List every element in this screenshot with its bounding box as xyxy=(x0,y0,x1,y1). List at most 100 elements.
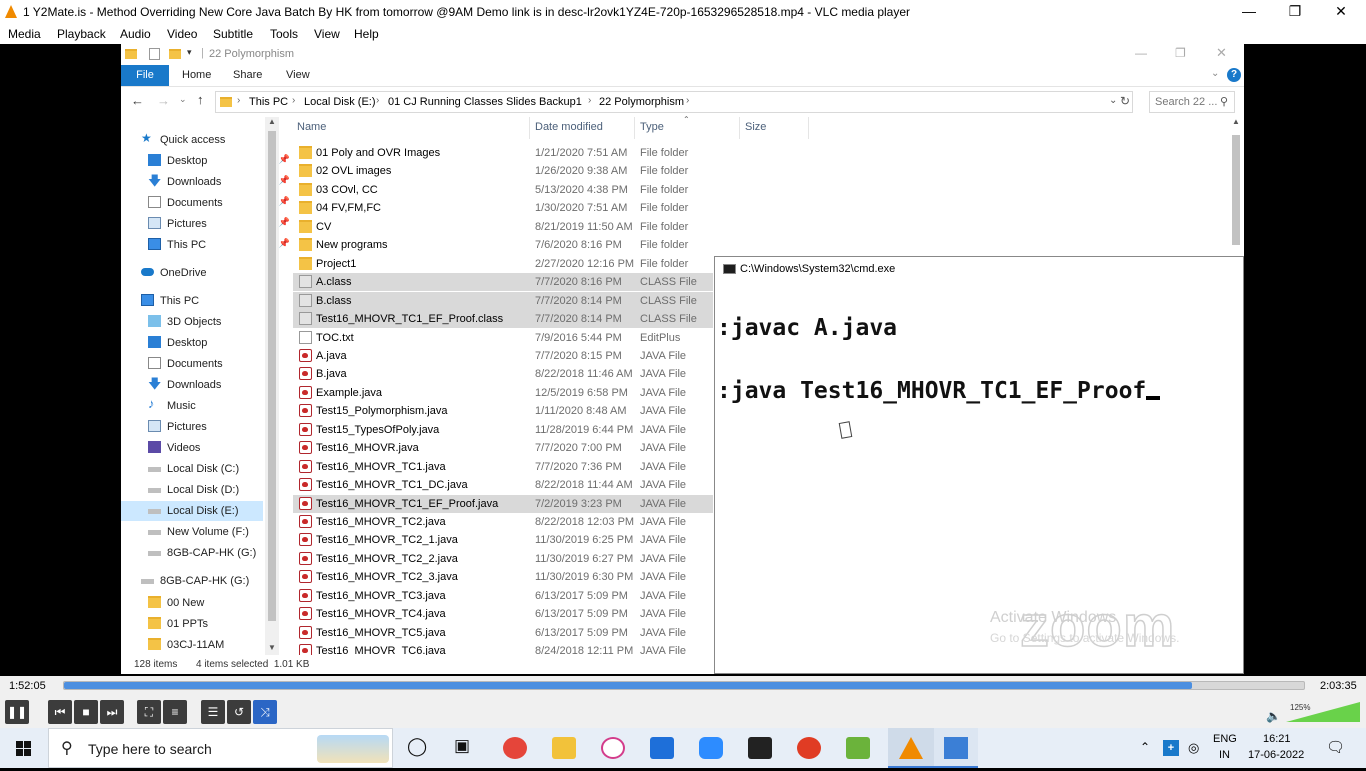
network-icon[interactable]: ◎ xyxy=(1188,740,1199,756)
help-icon[interactable]: ? xyxy=(1227,68,1241,82)
menu-view[interactable]: View xyxy=(314,27,340,41)
file-row[interactable]: Test16_MHOVR_TC1_EF_Proof.class 7/7/2020 … xyxy=(293,310,713,329)
recent-locations-icon[interactable]: ⌄ xyxy=(179,94,187,105)
breadcrumb-this-pc[interactable]: This PC xyxy=(249,96,288,108)
file-row[interactable]: Test16_MHOVR_TC2_3.java 11/30/2019 6:30 P… xyxy=(293,568,713,586)
column-name[interactable]: Name xyxy=(297,121,326,133)
nav-this-pc[interactable]: This PC xyxy=(141,291,283,311)
menu-subtitle[interactable]: Subtitle xyxy=(213,27,253,41)
explorer-minimize-button[interactable]: — xyxy=(1135,46,1147,60)
scroll-up-icon[interactable]: ▲ xyxy=(268,117,276,126)
file-row[interactable]: Test16_MHOVR.java 7/7/2020 7:00 PM JAVA Fi… xyxy=(293,439,713,457)
clock-time[interactable]: 16:21 xyxy=(1263,733,1291,745)
file-row[interactable]: Test16_MHOVR_TC2_2.java 11/30/2019 6:27 P… xyxy=(293,550,713,568)
nav-onedrive[interactable]: OneDrive xyxy=(141,263,283,283)
close-button[interactable]: ✕ xyxy=(1318,0,1364,24)
scroll-up-icon[interactable]: ▲ xyxy=(1232,117,1240,126)
ribbon-home-tab[interactable]: Home xyxy=(182,69,211,81)
file-row[interactable]: A.class 7/7/2020 8:16 PM CLASS File xyxy=(293,273,713,292)
column-size[interactable]: Size xyxy=(745,121,766,133)
file-row[interactable]: Test16_MHOVR_TC3.java 6/13/2017 5:09 PM JA… xyxy=(293,587,713,605)
restore-button[interactable]: ❐ xyxy=(1272,0,1318,24)
file-row[interactable]: A.java 7/7/2020 8:15 PM JAVA File xyxy=(293,347,713,365)
recorder-icon[interactable] xyxy=(797,737,821,759)
minimize-button[interactable]: — xyxy=(1226,0,1272,24)
menu-tools[interactable]: Tools xyxy=(270,27,298,41)
file-row[interactable]: Test16_MHOVR_TC2_1.java 11/30/2019 6:25 P… xyxy=(293,531,713,549)
menu-audio[interactable]: Audio xyxy=(120,27,151,41)
explorer-restore-button[interactable]: ❐ xyxy=(1175,46,1186,60)
menu-media[interactable]: Media xyxy=(8,27,41,41)
file-row[interactable]: Test16_MHOVR_TC1_DC.java 8/22/2018 11:44 … xyxy=(293,476,713,494)
nav-quick-access[interactable]: ★ Quick access xyxy=(141,130,283,150)
next-button[interactable]: ⏭ xyxy=(100,700,124,724)
file-row[interactable]: Test16_MHOVR_TC5.java 6/13/2017 5:09 PM JA… xyxy=(293,624,713,642)
breadcrumb-local-disk-e[interactable]: Local Disk (E:) xyxy=(304,96,376,108)
pause-button[interactable]: ❚❚ xyxy=(5,700,29,724)
language-code[interactable]: ENG xyxy=(1213,733,1237,745)
notifications-icon[interactable]: 🗨 xyxy=(1326,738,1345,756)
playlist-button[interactable]: ☰ xyxy=(201,700,225,724)
vlc-taskbar-active[interactable] xyxy=(888,728,934,768)
refresh-icon[interactable]: ↻ xyxy=(1120,94,1130,108)
clock-date[interactable]: 17-06-2022 xyxy=(1248,749,1304,761)
file-row[interactable]: Test16_MHOVR_TC1_EF_Proof.java 7/2/2019 3… xyxy=(293,494,713,513)
chrome-icon[interactable] xyxy=(503,737,527,759)
file-row[interactable]: 04 FV,FM,FC 1/30/2020 7:51 AM File folder xyxy=(293,199,713,217)
cortana-icon[interactable]: ◯ xyxy=(407,736,427,757)
file-row[interactable]: TOC.txt 7/9/2016 5:44 PM EditPlus xyxy=(293,329,713,347)
stop-button[interactable]: ■ xyxy=(74,700,98,724)
tray-overflow-icon[interactable]: ⌃ xyxy=(1140,740,1150,754)
breadcrumb-running-classes[interactable]: 01 CJ Running Classes Slides xyxy=(388,96,536,108)
tray-plus-icon[interactable]: + xyxy=(1163,740,1179,756)
ribbon-file-tab[interactable]: File xyxy=(121,65,169,86)
breadcrumb-backup1[interactable]: Backup1 xyxy=(539,96,582,108)
file-row[interactable]: 03 COvl, CC 5/13/2020 4:38 PM File folder xyxy=(293,181,713,199)
fullscreen-button[interactable]: ⛶ xyxy=(137,700,161,724)
nav-local-disk-e[interactable]: Local Disk (E:) xyxy=(121,501,263,521)
file-row[interactable]: Test15_TypesOfPoly.java 11/28/2019 6:44 P… xyxy=(293,421,713,439)
properties-icon[interactable] xyxy=(149,48,160,60)
file-row[interactable]: CV 8/21/2019 11:50 AM File folder xyxy=(293,218,713,236)
explorer-close-button[interactable]: ✕ xyxy=(1216,45,1227,61)
scroll-down-icon[interactable]: ▼ xyxy=(268,643,276,652)
file-row[interactable]: B.class 7/7/2020 8:14 PM CLASS File xyxy=(293,291,713,310)
start-button[interactable] xyxy=(0,728,48,768)
menu-help[interactable]: Help xyxy=(354,27,379,41)
address-bar[interactable]: › This PC › Local Disk (E:) › 01 CJ Runn… xyxy=(215,91,1133,113)
ribbon-view-tab[interactable]: View xyxy=(286,69,310,81)
region-code[interactable]: IN xyxy=(1219,749,1230,761)
extended-settings-button[interactable]: ≡ xyxy=(163,700,187,724)
store-icon[interactable] xyxy=(650,737,674,759)
file-row[interactable]: New programs 7/6/2020 8:16 PM File folder xyxy=(293,236,713,254)
file-row[interactable]: Test15_Polymorphism.java 1/11/2020 8:48 A… xyxy=(293,402,713,420)
file-row[interactable]: Example.java 12/5/2019 6:58 PM JAVA File xyxy=(293,384,713,402)
new-folder-icon[interactable] xyxy=(169,49,181,59)
nav-scroll-thumb[interactable] xyxy=(268,131,276,621)
seek-bar[interactable] xyxy=(63,681,1305,690)
nav-scrollbar[interactable]: ▲ ▼ xyxy=(265,117,279,655)
snipping-tool-icon[interactable] xyxy=(601,737,625,759)
sticky-notes-icon[interactable] xyxy=(748,737,772,759)
file-row[interactable]: 02 OVL images 1/26/2020 9:38 AM File folde… xyxy=(293,162,713,180)
up-arrow-icon[interactable]: ↑ xyxy=(197,92,204,107)
zoom-icon[interactable] xyxy=(699,737,723,759)
task-view-icon[interactable]: ▣ xyxy=(454,736,470,756)
quick-toolbar-dropdown-icon[interactable]: ▾ xyxy=(187,47,192,58)
menu-playback[interactable]: Playback xyxy=(57,27,106,41)
file-explorer-taskbar-icon[interactable] xyxy=(552,737,576,759)
breadcrumb-22-polymorphism[interactable]: 22 Polymorphism xyxy=(599,96,684,108)
address-dropdown-icon[interactable]: ⌄ xyxy=(1109,95,1117,106)
file-row[interactable]: Test16_MHOVR_TC2.java 8/22/2018 12:03 PM J… xyxy=(293,513,713,531)
total-time[interactable]: 2:03:35 xyxy=(1320,680,1357,692)
back-arrow-icon[interactable]: ← xyxy=(131,93,144,108)
column-type[interactable]: Type xyxy=(640,121,664,133)
file-row[interactable]: Test16_MHOVR_TC1.java 7/7/2020 7:36 PM JAV… xyxy=(293,458,713,476)
forward-arrow-icon[interactable]: → xyxy=(157,93,170,108)
file-row[interactable]: B.java 8/22/2018 11:46 AM JAVA File xyxy=(293,365,713,383)
file-row[interactable]: Project1 2/27/2020 12:16 PM File folder xyxy=(293,255,713,273)
search-box[interactable]: Search 22 ... ⚲ xyxy=(1149,91,1235,113)
shuffle-button[interactable]: ⤨ xyxy=(253,700,277,724)
speaker-icon[interactable]: 🔈 xyxy=(1266,709,1281,723)
loop-button[interactable]: ↺ xyxy=(227,700,251,724)
